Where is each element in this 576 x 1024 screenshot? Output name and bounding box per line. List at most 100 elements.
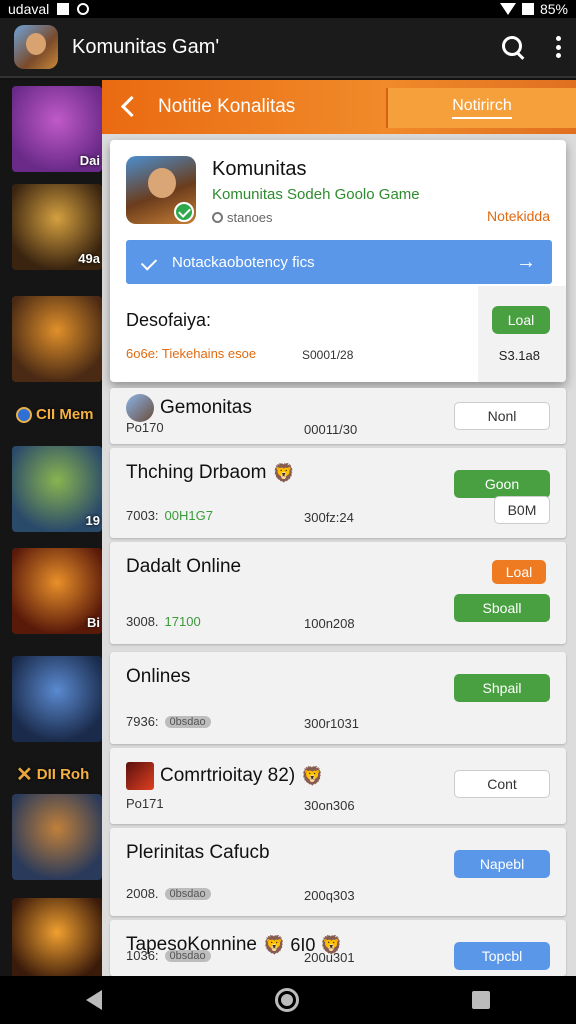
- item-action-button[interactable]: Cont: [454, 770, 550, 798]
- card-date: S0001/28: [302, 348, 354, 362]
- item-action-button[interactable]: Shpail: [454, 674, 550, 702]
- game-thumbnail[interactable]: Bi: [12, 548, 102, 634]
- app-logo[interactable]: [14, 25, 58, 69]
- app-bar: Komunitas Gam': [0, 18, 576, 78]
- nav-home-icon[interactable]: [274, 988, 299, 1012]
- signal-icon: [521, 3, 534, 15]
- item-subtitle-text: 2008.: [126, 886, 159, 901]
- card-side-panel: [478, 286, 566, 382]
- thumbnail-label: 19: [85, 513, 100, 528]
- game-icon: [126, 394, 154, 422]
- item-action-button[interactable]: Nonl: [454, 402, 550, 430]
- status-left-text: udaval: [8, 1, 50, 17]
- tab-label: Notirirch: [452, 97, 512, 119]
- item-subtitle: Po171: [126, 796, 164, 811]
- game-thumbnail[interactable]: 19: [12, 446, 102, 532]
- load-button[interactable]: Loal: [492, 306, 550, 334]
- list-item[interactable]: Gemonitas Po170 00011/30 Nonl: [110, 388, 566, 444]
- item-date: 200u301: [304, 950, 355, 965]
- card-count: S3.1a8: [498, 348, 540, 363]
- item-subtitle-text: 3008.: [126, 614, 159, 629]
- featured-notification-card[interactable]: Komunitas Komunitas Sodeh Goolo Game sta…: [110, 140, 566, 382]
- item-action-button[interactable]: Napebl: [454, 850, 550, 878]
- notification-header: Notitie Konalitas Notirirch: [102, 80, 576, 134]
- sync-icon: [77, 3, 90, 15]
- item-action-button[interactable]: Goon: [454, 470, 550, 498]
- game-thumbnail[interactable]: [12, 898, 102, 984]
- item-subtitle: 3008. 17100: [126, 614, 201, 629]
- item-title: Comrtrioitay 82) 🦁: [126, 762, 324, 790]
- item-title: Onlines: [126, 666, 190, 688]
- notification-action-bar[interactable]: Notackaobotency fics →: [126, 240, 552, 284]
- item-tag: 0bsdao: [164, 949, 211, 962]
- item-tag: 0bsdao: [164, 715, 211, 728]
- game-thumbnail[interactable]: 49a: [12, 184, 102, 270]
- item-tag: 17100: [164, 614, 201, 629]
- list-item[interactable]: Plerinitas Cafucb 2008. 0bsdao 200q303 Napeb…: [110, 828, 566, 916]
- thumbnail-label: 49a: [78, 251, 100, 266]
- item-secondary-button[interactable]: Loal: [492, 560, 546, 584]
- list-item[interactable]: Dadalt Online 3008. 17100 100n208 Sboall Loal: [110, 542, 566, 644]
- nav-recent-apps-icon[interactable]: [471, 991, 490, 1009]
- item-title-text: Onlines: [126, 666, 191, 687]
- game-thumbnail[interactable]: [12, 794, 102, 880]
- card-description: Desofaiya:: [126, 310, 212, 330]
- item-date: 100n208: [304, 616, 355, 631]
- close-icon: ✕: [16, 764, 33, 786]
- more-options-icon[interactable]: [556, 36, 562, 58]
- game-thumbnail[interactable]: [12, 656, 102, 742]
- thumbnail-badge-text: CII Mem: [36, 406, 94, 423]
- check-icon: [140, 253, 158, 271]
- item-subtitle: 7003: 00H1G7: [126, 508, 213, 523]
- item-title: Gemonitas: [126, 394, 252, 422]
- item-date: 300fz:24: [304, 510, 354, 525]
- item-subtitle-text: Po171: [126, 796, 164, 811]
- system-nav-bar: [0, 976, 576, 1024]
- status-bar: udaval 85%: [0, 0, 576, 18]
- app-title: Komunitas Gam': [72, 35, 220, 58]
- tab-notifications[interactable]: Notirirch: [386, 88, 576, 128]
- item-date: 30on306: [304, 798, 355, 813]
- item-subtitle-text: 7003:: [126, 508, 159, 523]
- battery-level: 85%: [539, 1, 568, 17]
- item-subtitle: 7936: 0bsdao: [126, 714, 211, 729]
- back-arrow-icon[interactable]: [118, 93, 146, 121]
- item-action-button[interactable]: Sboall: [454, 594, 550, 622]
- thumbnail-badge: ✕ DII Roh: [16, 762, 89, 787]
- game-thumbnail[interactable]: Dai: [12, 86, 102, 172]
- lion-emoji-icon: 🦁: [301, 765, 324, 786]
- item-subtitle: Po170: [126, 420, 164, 435]
- arrow-right-icon: →: [516, 250, 536, 273]
- item-subtitle: 1036: 0bsdao: [126, 948, 211, 963]
- item-subtitle-text: Po170: [126, 420, 164, 435]
- game-thumbnail[interactable]: [12, 296, 102, 382]
- thumbnail-label: Dai: [79, 153, 100, 168]
- item-title-text: Thching Drbaom: [126, 462, 267, 483]
- list-item[interactable]: Comrtrioitay 82) 🦁 Po171 30on306 Cont: [110, 748, 566, 824]
- notification-icon: [57, 3, 70, 15]
- notification-title: Notitie Konalitas: [158, 96, 296, 117]
- item-subtitle: 2008. 0bsdao: [126, 886, 211, 901]
- list-item[interactable]: Thching Drbaom 🦁 7003: 00H1G7 300fz:24 Goon B0…: [110, 448, 566, 538]
- item-title: Plerinitas Cafucb: [126, 842, 270, 864]
- item-date: 00011/30: [304, 422, 358, 437]
- card-status-link[interactable]: Notekidda: [487, 208, 550, 224]
- item-secondary-button[interactable]: B0M: [494, 496, 550, 524]
- search-icon[interactable]: [500, 34, 526, 60]
- game-icon: [126, 762, 154, 790]
- item-subtitle-text: 1036:: [126, 948, 159, 963]
- item-date: 300r1031: [304, 716, 359, 731]
- item-title: Dadalt Online: [126, 556, 241, 578]
- item-title-text: Dadalt Online: [126, 556, 242, 577]
- list-item[interactable]: Onlines 7936: 0bsdao 300r1031 Shpail: [110, 652, 566, 744]
- item-action-button[interactable]: Topcbl: [454, 942, 550, 970]
- action-bar-label: Notackaobotency fics: [172, 253, 315, 271]
- nav-back-icon[interactable]: [86, 990, 103, 1010]
- item-title-text: Comrtrioitay 82): [160, 765, 296, 786]
- list-item[interactable]: TapesoKonnine 🦁 6I0 🦁 1036: 0bsdao 200u301 To…: [110, 920, 566, 976]
- item-date: 200q303: [304, 888, 355, 903]
- rank-icon: [16, 406, 32, 423]
- wifi-icon: [499, 3, 516, 15]
- gear-icon: [212, 212, 223, 223]
- thumbnail-badge-text: DII Roh: [36, 766, 90, 783]
